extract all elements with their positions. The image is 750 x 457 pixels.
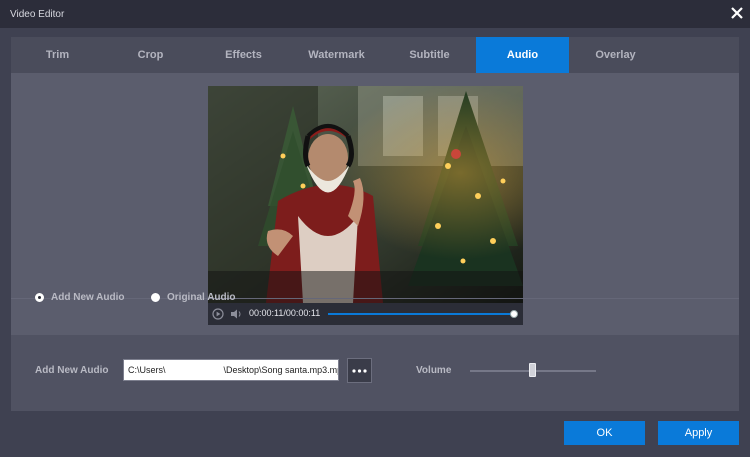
tab-crop[interactable]: Crop	[104, 37, 197, 73]
title-bar: Video Editor	[0, 0, 750, 28]
radio-label-original-audio: Original Audio	[167, 292, 236, 303]
editor-panel: Trim Crop Effects Watermark Subtitle Aud…	[11, 37, 739, 411]
tab-bar: Trim Crop Effects Watermark Subtitle Aud…	[11, 37, 739, 73]
tab-trim[interactable]: Trim	[11, 37, 104, 73]
video-player: 00:00:11/00:00:11	[208, 86, 523, 325]
progress-handle[interactable]	[510, 310, 518, 318]
radio-button[interactable]	[151, 293, 160, 302]
path-prefix: C:\Users\	[128, 365, 166, 375]
volume-slider-handle[interactable]	[529, 363, 536, 377]
progress-bar[interactable]	[328, 313, 515, 315]
radio-label-add-new-audio: Add New Audio	[51, 292, 125, 303]
ok-button[interactable]: OK	[564, 421, 645, 445]
radio-button[interactable]	[35, 293, 44, 302]
audio-path-field[interactable]: C:\Users\ \Desktop\Song santa.mp3.mp3	[123, 359, 339, 381]
path-suffix: \Desktop\Song santa.mp3.mp3	[223, 365, 339, 375]
playback-time: 00:00:11/00:00:11	[249, 308, 321, 318]
volume-label: Volume	[416, 365, 452, 376]
close-button[interactable]	[724, 0, 750, 26]
more-icon	[352, 368, 367, 373]
redacted-username	[165, 363, 224, 374]
tab-subtitle[interactable]: Subtitle	[383, 37, 476, 73]
tab-overlay[interactable]: Overlay	[569, 37, 662, 73]
radio-original-audio[interactable]: Original Audio	[151, 292, 236, 303]
tab-audio[interactable]: Audio	[476, 37, 569, 73]
volume-icon[interactable]	[230, 308, 243, 320]
browse-button[interactable]	[347, 358, 372, 383]
play-icon[interactable]	[212, 308, 224, 320]
window-title: Video Editor	[10, 9, 65, 20]
radio-add-new-audio[interactable]: Add New Audio	[35, 292, 125, 303]
apply-button[interactable]: Apply	[658, 421, 739, 445]
close-icon	[731, 7, 743, 19]
tab-watermark[interactable]: Watermark	[290, 37, 383, 73]
video-frame	[208, 86, 523, 303]
player-controls: 00:00:11/00:00:11	[208, 303, 523, 325]
tab-effects[interactable]: Effects	[197, 37, 290, 73]
add-new-audio-label: Add New Audio	[35, 365, 109, 376]
